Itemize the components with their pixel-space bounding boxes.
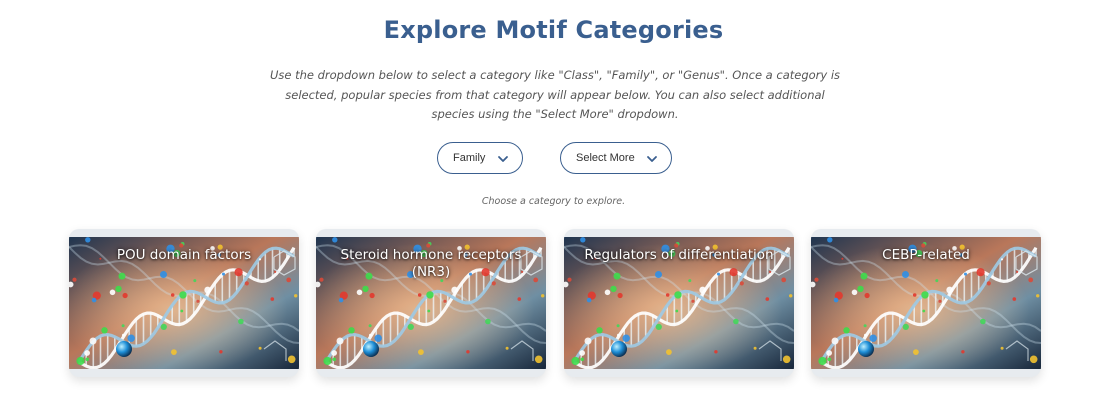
intro-text: Use the dropdown below to select a categ… [269, 68, 841, 121]
select-more-value: Select More [576, 152, 635, 164]
page-title: Explore Motif Categories [383, 16, 724, 44]
category-card-pou[interactable]: POU domain factors [69, 229, 299, 377]
card-label: POU domain factors [116, 247, 252, 263]
category-select[interactable]: Family [437, 142, 523, 174]
category-hint: Choose a category to explore. [481, 196, 626, 207]
card-label: Steroid hormone receptors (NR3) [340, 247, 522, 280]
category-select-value: Family [453, 152, 486, 164]
category-card-cebp[interactable]: CEBP-related [811, 229, 1041, 377]
card-label: CEBP-related [882, 247, 970, 263]
card-label: Regulators of differentiation [584, 247, 774, 263]
motif-categories-page: Explore Motif Categories Use the dropdow… [0, 0, 1107, 418]
chevron-down-icon [498, 156, 508, 162]
category-card-steroid[interactable]: Steroid hormone receptors (NR3) [316, 229, 546, 377]
category-card-regulators[interactable]: Regulators of differentiation [564, 229, 794, 377]
select-more-dropdown[interactable]: Select More [560, 142, 672, 174]
chevron-down-icon [647, 156, 657, 162]
